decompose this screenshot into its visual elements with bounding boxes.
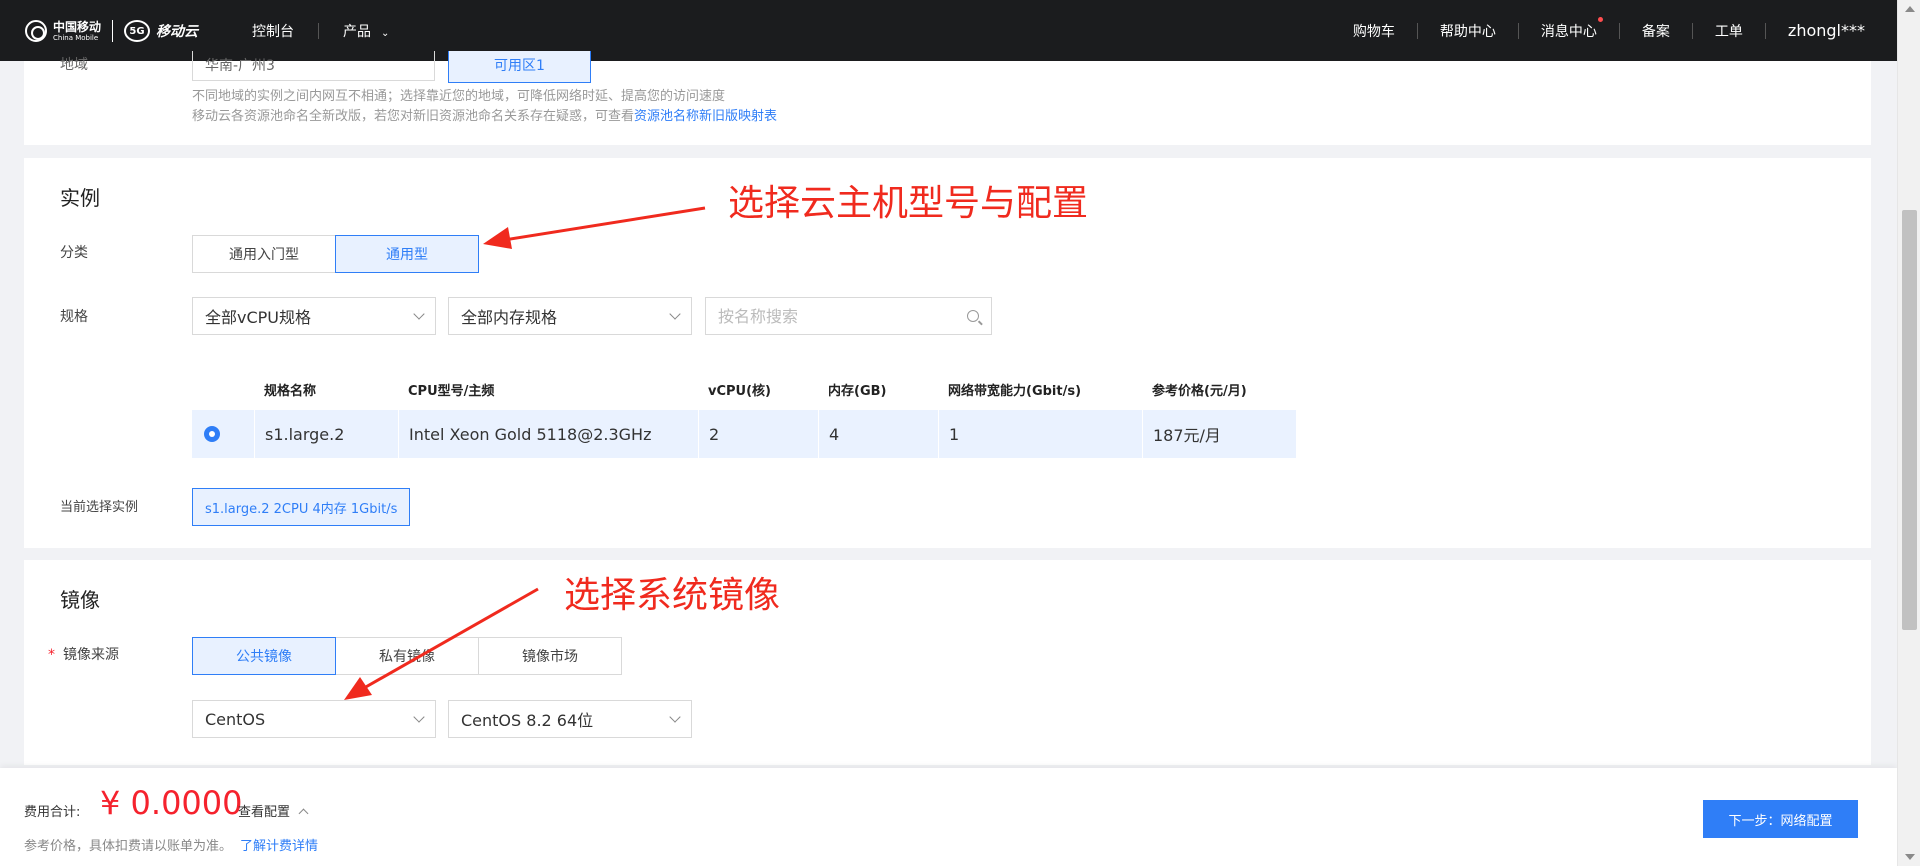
table-row[interactable]: s1.large.2 Intel Xeon Gold 5118@2.3GHz 2… <box>192 410 1296 458</box>
cell-spec-name: s1.large.2 <box>254 410 398 458</box>
header-cell-radio <box>192 368 254 410</box>
instance-section-title: 实例 <box>60 186 100 210</box>
category-segmented: 通用入门型 通用型 <box>192 235 479 273</box>
region-select[interactable]: 华南-广州3 <box>192 51 435 81</box>
spec-table: 规格名称 CPU型号/主频 vCPU(核) 内存(GB) 网络带宽能力(Gbit… <box>192 368 1296 458</box>
scroll-up-arrow-icon[interactable] <box>1905 6 1915 12</box>
region-section: 地域 华南-广州3 可用区1 不同地域的实例之间内网互不相通；选择靠近您的地域，… <box>24 51 1871 145</box>
header-price: 参考价格(元/月) <box>1152 383 1247 399</box>
nav-filing[interactable]: 备案 <box>1620 21 1692 41</box>
spec-search-box <box>705 297 992 335</box>
os-version-value: CentOS 8.2 64位 <box>461 711 594 730</box>
image-section-title: 镜像 <box>60 588 100 612</box>
image-source-segmented: 公共镜像 私有镜像 镜像市场 <box>192 637 622 675</box>
logo-separator <box>112 20 114 42</box>
scrollbar-thumb[interactable] <box>1902 210 1917 630</box>
spec-table-header: 规格名称 CPU型号/主频 vCPU(核) 内存(GB) 网络带宽能力(Gbit… <box>192 368 1296 410</box>
header-vcpu: vCPU(核) <box>708 383 771 399</box>
image-source-label-text: 镜像来源 <box>63 647 119 663</box>
region-label: 地域 <box>60 57 88 73</box>
radio-selected-icon[interactable] <box>204 426 220 442</box>
nav-message-center[interactable]: 消息中心 <box>1519 16 1619 41</box>
china-mobile-logo-icon <box>25 20 47 42</box>
image-section: 镜像 * 镜像来源 公共镜像 私有镜像 镜像市场 CentOS CentOS 8.… <box>24 560 1871 765</box>
fee-hint: 参考价格，具体扣费请以账单为准。 了解计费详情 <box>24 835 318 854</box>
region-hint: 不同地域的实例之间内网互不相通；选择靠近您的地域，可降低网络时延、提高您的访问速… <box>192 89 726 104</box>
chevron-down-icon <box>413 308 425 320</box>
header-memory: 内存(GB) <box>828 383 887 399</box>
zone-option[interactable]: 可用区1 <box>448 51 591 83</box>
chevron-down-icon <box>669 711 681 723</box>
os-version-dropdown[interactable]: CentOS 8.2 64位 <box>448 700 692 738</box>
billing-details-link[interactable]: 了解计费详情 <box>240 839 318 854</box>
logo-en-text: China Mobile <box>53 33 99 42</box>
fee-total-amount: ¥ 0.0000 <box>100 784 243 822</box>
private-image-button[interactable]: 私有镜像 <box>335 637 479 675</box>
annotation-select-image: 选择系统镜像 <box>564 575 781 616</box>
view-config-label: 查看配置 <box>238 805 291 820</box>
chevron-down-icon <box>669 308 681 320</box>
logo-product-name: 移动云 <box>156 24 199 40</box>
header-cpu-model: CPU型号/主频 <box>408 383 495 399</box>
nav-ticket[interactable]: 工单 <box>1693 21 1765 41</box>
order-footer-bar: 费用合计: ¥ 0.0000 查看配置 参考价格，具体扣费请以账单为准。 了解计费… <box>0 768 1897 866</box>
chevron-down-icon: ⌄ <box>381 27 390 39</box>
memory-filter-dropdown[interactable]: 全部内存规格 <box>448 297 692 335</box>
row-radio-cell <box>192 410 254 458</box>
chevron-up-icon <box>298 808 309 819</box>
nav-console[interactable]: 控制台 <box>250 21 318 41</box>
notification-dot-icon <box>1597 16 1603 22</box>
nav-cart[interactable]: 购物车 <box>1331 21 1417 41</box>
memory-filter-value: 全部内存规格 <box>461 308 558 327</box>
header-bandwidth: 网络带宽能力(Gbit/s) <box>948 383 1082 399</box>
region-hint-2-text: 移动云各资源池命名全新改版，若您对新旧资源池命名关系存在疑惑，可查看 <box>192 109 635 124</box>
cell-price: 187元/月 <box>1142 410 1296 458</box>
user-menu[interactable]: zhongl*** <box>1766 21 1865 40</box>
spec-search-input[interactable] <box>718 306 967 326</box>
spec-label: 规格 <box>60 309 88 325</box>
pool-mapping-link[interactable]: 资源池名称新旧版映射表 <box>634 109 777 124</box>
fee-hint-text: 参考价格，具体扣费请以账单为准。 <box>24 839 233 854</box>
os-value: CentOS <box>205 709 266 729</box>
page-scrollbar[interactable] <box>1897 0 1920 866</box>
china-mobile-logo[interactable]: 中国移动 China Mobile 5G 移动云 <box>25 14 198 48</box>
header-spec-name: 规格名称 <box>264 383 317 399</box>
category-general-entry-button[interactable]: 通用入门型 <box>192 235 336 273</box>
nav-right: 购物车 帮助中心 消息中心 备案 工单 zhongl*** <box>1331 0 1865 61</box>
category-general-button[interactable]: 通用型 <box>335 235 479 273</box>
nav-help-center[interactable]: 帮助中心 <box>1418 21 1518 41</box>
vcpu-filter-dropdown[interactable]: 全部vCPU规格 <box>192 297 436 335</box>
fee-total-label: 费用合计: <box>24 805 81 820</box>
region-hint-2: 移动云各资源池命名全新改版，若您对新旧资源池命名关系存在疑惑，可查看资源池名称新… <box>192 105 777 124</box>
current-instance-label: 当前选择实例 <box>60 500 139 515</box>
logo-cn-text: 中国移动 <box>53 19 102 34</box>
logo-text: 中国移动 China Mobile <box>53 19 102 42</box>
search-icon[interactable] <box>967 310 979 322</box>
chevron-down-icon <box>413 711 425 723</box>
annotation-select-instance: 选择云主机型号与配置 <box>728 183 1089 224</box>
5g-icon: 5G <box>124 20 151 42</box>
cell-bandwidth: 1 <box>938 410 1142 458</box>
cell-memory: 4 <box>818 410 938 458</box>
cell-vcpu: 2 <box>698 410 818 458</box>
next-network-config-button[interactable]: 下一步：网络配置 <box>1703 800 1858 838</box>
nav-products-label: 产品 <box>343 23 371 40</box>
os-dropdown[interactable]: CentOS <box>192 700 436 738</box>
category-label: 分类 <box>60 245 88 261</box>
required-marker: * <box>48 647 55 663</box>
scroll-down-arrow-icon[interactable] <box>1905 854 1915 860</box>
view-config-toggle[interactable]: 查看配置 <box>238 801 309 820</box>
image-market-button[interactable]: 镜像市场 <box>478 637 622 675</box>
image-source-label: * 镜像来源 <box>48 644 119 664</box>
current-instance-chip: s1.large.2 2CPU 4内存 1Gbit/s <box>192 488 411 526</box>
cell-cpu-model: Intel Xeon Gold 5118@2.3GHz <box>398 410 698 458</box>
nav-products[interactable]: 产品 ⌄ <box>319 21 413 41</box>
nav-message-label: 消息中心 <box>1540 23 1597 40</box>
public-image-button[interactable]: 公共镜像 <box>192 637 336 675</box>
vcpu-filter-value: 全部vCPU规格 <box>205 308 312 327</box>
